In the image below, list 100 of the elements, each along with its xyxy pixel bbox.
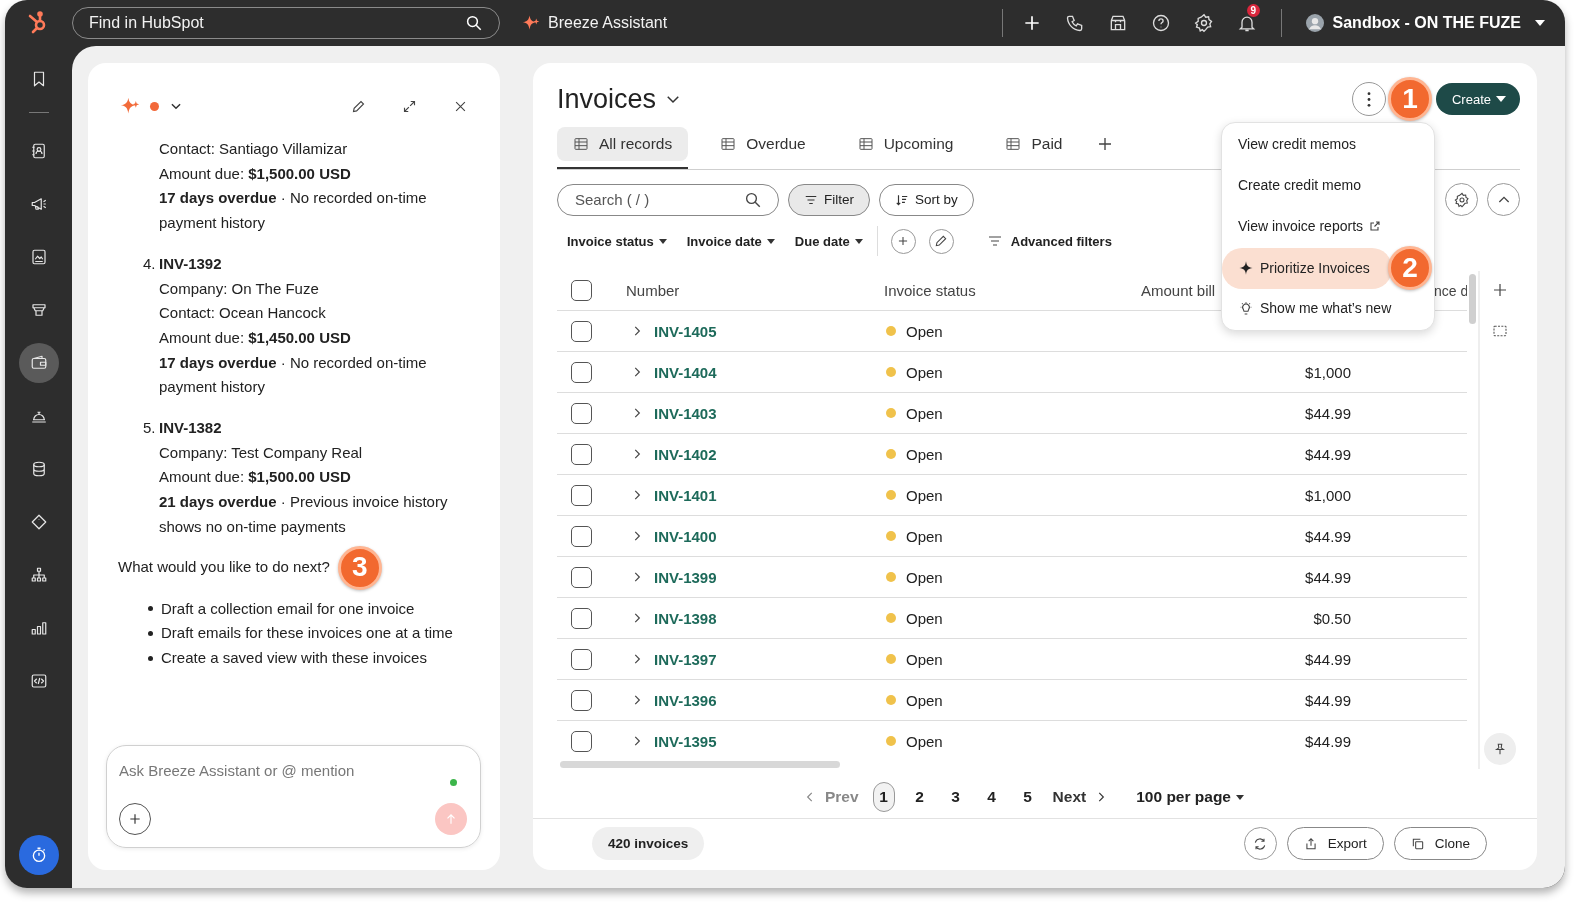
plus-icon xyxy=(128,812,142,826)
amount-text: $44.99 xyxy=(1305,568,1351,586)
search-field[interactable]: Search ( / ) xyxy=(575,189,744,210)
invoice-link[interactable]: INV-1397 xyxy=(654,650,717,668)
search-icon[interactable] xyxy=(465,14,483,32)
phone-icon[interactable] xyxy=(1064,13,1085,33)
checkbox[interactable] xyxy=(571,607,592,629)
checkbox[interactable] xyxy=(571,443,592,465)
menu-item[interactable]: View credit memos xyxy=(1222,123,1434,164)
checkbox[interactable] xyxy=(571,402,592,424)
status-dot xyxy=(886,367,896,377)
invoice-link[interactable]: INV-1398 xyxy=(654,609,717,627)
invoice-link[interactable]: INV-1395 xyxy=(654,732,717,750)
filter-dropdown[interactable]: Invoice status xyxy=(567,233,667,249)
amount-text: $44.99 xyxy=(1305,650,1351,668)
column-header[interactable]: Invoice status xyxy=(884,282,976,299)
status-dot xyxy=(886,736,896,746)
assistant-button[interactable]: Breeze Assistant xyxy=(522,14,668,32)
page-title: Invoices xyxy=(557,83,657,115)
amount-text: $44.99 xyxy=(1305,445,1351,463)
invoice-link[interactable]: INV-1396 xyxy=(654,691,717,709)
page-button[interactable]: 2 xyxy=(908,782,931,812)
suggestion-text: Draft emails for these invoices one at a time xyxy=(161,623,453,644)
code-icon xyxy=(29,672,48,690)
filter-dropdown[interactable]: Invoice date xyxy=(686,233,775,249)
status-text: Open xyxy=(906,732,943,750)
menu-item[interactable]: Prioritize Invoices xyxy=(1222,247,1392,289)
checkbox[interactable] xyxy=(571,648,592,670)
message-input[interactable]: Ask Breeze Assistant or @ mention xyxy=(119,760,450,780)
scrollbar-thumb[interactable] xyxy=(1469,274,1476,324)
timer-button[interactable] xyxy=(18,835,59,875)
status-dot xyxy=(886,408,896,418)
invoice-link[interactable]: INV-1403 xyxy=(654,404,717,422)
checkbox[interactable] xyxy=(571,730,592,752)
message-line: 17 days overdue · No recorded on-time payment history xyxy=(159,352,428,398)
checkbox[interactable] xyxy=(571,280,592,301)
status-text: Open xyxy=(906,445,943,463)
column-header[interactable]: nce d xyxy=(1434,282,1467,299)
message-line: Contact: Ocean Hancock xyxy=(159,303,327,324)
invoice-link[interactable]: INV-1405 xyxy=(654,322,717,340)
checkbox[interactable] xyxy=(571,689,592,711)
column-header[interactable]: Amount bill xyxy=(1141,282,1216,299)
status-text: Open xyxy=(906,568,943,586)
invoice-link[interactable]: INV-1404 xyxy=(654,363,717,381)
page-button[interactable]: 5 xyxy=(1016,782,1039,812)
scrollbar-thumb[interactable] xyxy=(560,760,840,768)
checkbox[interactable] xyxy=(571,525,592,547)
checkbox[interactable] xyxy=(571,320,592,342)
search-field[interactable]: Find in HubSpot xyxy=(89,13,465,33)
pin-button[interactable] xyxy=(1484,733,1516,765)
status-dot xyxy=(886,695,896,705)
table-icon xyxy=(720,136,737,152)
record-count: 420 invoices xyxy=(592,827,705,860)
caret-icon xyxy=(766,238,775,244)
list-number: 4. xyxy=(143,253,157,274)
settings-icon[interactable] xyxy=(1193,13,1214,33)
view-tab[interactable]: Paid xyxy=(989,127,1079,161)
search-icon[interactable] xyxy=(744,190,762,209)
view-tab[interactable]: Upcoming xyxy=(841,127,970,161)
sidebar-item[interactable] xyxy=(18,343,59,383)
page-button[interactable]: 4 xyxy=(980,782,1003,812)
invoice-link[interactable]: INV-1402 xyxy=(654,445,717,463)
invoice-link[interactable]: INV-1400 xyxy=(654,527,717,545)
upload-icon xyxy=(1303,836,1318,851)
menu-item[interactable]: Create credit memo xyxy=(1222,164,1434,205)
menu-item[interactable]: Show me what’s new xyxy=(1222,290,1434,326)
dashed-square-icon[interactable] xyxy=(1492,323,1508,339)
invoice-link[interactable]: INV-1399 xyxy=(654,568,717,586)
caret-icon xyxy=(1535,20,1545,26)
page-button[interactable]: 1 xyxy=(872,782,895,812)
pencil-icon[interactable] xyxy=(351,98,366,114)
invoice-link[interactable]: INV-1401 xyxy=(654,486,717,504)
menu-item[interactable]: View invoice reports xyxy=(1222,205,1434,246)
status-text: Open xyxy=(906,404,943,422)
checkbox[interactable] xyxy=(571,566,592,588)
table-icon xyxy=(1005,136,1022,152)
filter-dropdown[interactable]: Due date xyxy=(794,233,863,249)
filter-button[interactable]: Filter xyxy=(788,183,870,216)
next-button[interactable]: Next xyxy=(1052,788,1109,806)
checkbox[interactable] xyxy=(571,484,592,506)
caret-icon xyxy=(1236,794,1244,800)
sparkle-icon[interactable] xyxy=(120,96,140,116)
amount-text: $1,000 xyxy=(1305,363,1351,381)
advanced-filters-button[interactable]: Advanced filters xyxy=(986,233,1112,249)
view-tab[interactable]: All records xyxy=(557,127,689,161)
status-text: Open xyxy=(906,650,943,668)
checkbox[interactable] xyxy=(571,361,592,383)
page-button[interactable]: 3 xyxy=(944,782,967,812)
account-menu[interactable]: Sandbox - ON THE FUZE xyxy=(1305,14,1545,32)
column-header[interactable]: Number xyxy=(626,282,680,299)
expand-icon[interactable] xyxy=(402,98,417,114)
help-icon[interactable] xyxy=(1150,13,1171,33)
filter-icon xyxy=(986,233,1003,249)
list-number: 5. xyxy=(143,418,157,439)
create-button[interactable]: Create xyxy=(1435,83,1520,115)
page-size-dropdown[interactable]: 100 per page xyxy=(1136,788,1244,806)
notification-badge: 9 xyxy=(1246,4,1261,17)
more-icon xyxy=(1366,91,1371,107)
bullet-icon xyxy=(148,631,153,637)
view-tab[interactable]: Overdue xyxy=(704,127,822,161)
